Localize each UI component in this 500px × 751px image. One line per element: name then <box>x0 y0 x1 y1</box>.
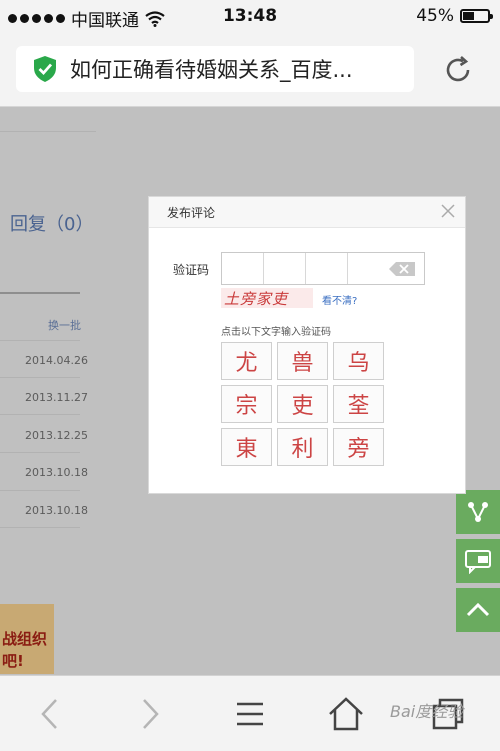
char-option[interactable]: 荃 <box>333 385 384 423</box>
address-bar: 如何正确看待婚姻关系_百度... <box>0 32 500 107</box>
captcha-input[interactable] <box>221 252 425 285</box>
char-option[interactable]: 宗 <box>221 385 272 423</box>
backspace-icon[interactable] <box>388 261 416 277</box>
dialog-title: 发布评论 <box>167 206 216 220</box>
comment-icon <box>465 550 491 574</box>
captcha-slot[interactable] <box>306 253 348 284</box>
char-option[interactable]: 東 <box>221 428 272 466</box>
url-field[interactable]: 如何正确看待婚姻关系_百度... <box>16 46 414 92</box>
comment-button[interactable] <box>456 539 500 583</box>
char-option[interactable]: 吏 <box>277 385 328 423</box>
share-icon <box>468 502 488 522</box>
secure-shield-icon <box>34 56 56 82</box>
menu-icon[interactable] <box>230 694 270 734</box>
captcha-image-text: 土旁家吏 <box>224 290 289 308</box>
captcha-slot[interactable] <box>222 253 264 284</box>
divider <box>0 131 96 132</box>
divider <box>0 452 80 453</box>
char-option[interactable]: 尤 <box>221 342 272 380</box>
divider <box>0 377 80 378</box>
list-date: 2013.10.18 <box>25 466 88 479</box>
back-icon[interactable] <box>30 694 70 734</box>
reload-icon[interactable] <box>442 54 474 86</box>
char-option[interactable]: 乌 <box>333 342 384 380</box>
comment-dialog: 发布评论 验证码 土旁家吏 看不清? 点击以下文字输入验证码 尤 兽 乌 宗 吏… <box>148 196 466 494</box>
share-button[interactable] <box>456 490 500 534</box>
baidu-jingyan-watermark: Bai度经验 <box>390 702 464 721</box>
divider <box>0 527 80 528</box>
ad-banner[interactable]: 战组织 吧! <box>0 604 54 674</box>
divider <box>0 340 80 341</box>
banner-text: 战组织 <box>2 630 48 648</box>
status-bar: 中国联通 13:48 45% <box>0 0 500 32</box>
list-date: 2013.11.27 <box>25 391 88 404</box>
divider <box>0 490 80 491</box>
page-title: 如何正确看待婚姻关系_百度... <box>70 58 353 82</box>
back-to-top-button[interactable] <box>456 588 500 632</box>
captcha-slot[interactable] <box>348 253 389 284</box>
list-date: 2013.12.25 <box>25 429 88 442</box>
swap-batch-link[interactable]: 换一批 <box>48 317 81 333</box>
divider <box>0 414 80 415</box>
list-date: 2014.04.26 <box>25 354 88 367</box>
refresh-captcha-link[interactable]: 看不清? <box>322 292 357 307</box>
divider <box>0 292 80 294</box>
battery-icon <box>460 9 493 23</box>
list-date: 2013.10.18 <box>25 504 88 517</box>
dialog-header: 发布评论 <box>149 197 465 228</box>
char-option[interactable]: 兽 <box>277 342 328 380</box>
char-option[interactable]: 旁 <box>333 428 384 466</box>
chevron-up-icon <box>466 602 490 617</box>
banner-text: 吧! <box>2 652 24 670</box>
reply-count-link[interactable]: 回复（0） <box>10 210 93 236</box>
captcha-slot[interactable] <box>264 253 306 284</box>
captcha-hint: 点击以下文字输入验证码 <box>221 327 331 338</box>
captcha-image: 土旁家吏 <box>221 288 313 308</box>
battery-percent: 45% <box>416 6 454 26</box>
char-option[interactable]: 利 <box>277 428 328 466</box>
close-icon[interactable] <box>441 204 455 218</box>
forward-icon[interactable] <box>130 694 170 734</box>
captcha-label: 验证码 <box>173 263 210 277</box>
home-icon[interactable] <box>326 694 366 734</box>
